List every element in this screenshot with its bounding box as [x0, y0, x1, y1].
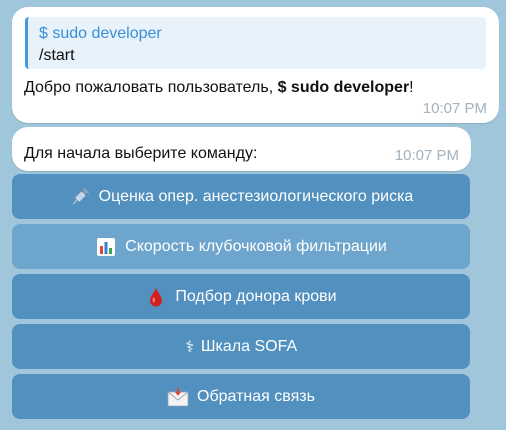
button-label: Оценка опер. анестезиологического риска	[98, 187, 414, 205]
blood-drop-icon	[145, 286, 167, 308]
button-label: Скорость клубочковой фильтрации	[125, 237, 387, 255]
message-time: 10:07 PM	[422, 100, 487, 117]
reply-author: $ sudo developer	[39, 25, 162, 42]
prompt-message: Для начала выберите команду: 10:07 PM	[12, 127, 471, 171]
prompt-text: Для начала выберите команду:	[24, 145, 258, 162]
sofa-scale-button[interactable]: ⚕ Шкала SOFA	[12, 324, 470, 369]
button-label: Шкала SOFA	[200, 337, 298, 355]
welcome-username: $ sudo developer	[277, 79, 410, 96]
button-label: Подбор донора крови	[175, 287, 337, 305]
button-label: Обратная связь	[197, 387, 315, 405]
message-time: 10:07 PM	[394, 147, 459, 164]
envelope-icon	[167, 386, 189, 408]
blood-donor-button[interactable]: Подбор донора крови	[12, 274, 470, 319]
welcome-message: $ sudo developer /start Добро пожаловать…	[12, 7, 499, 123]
reply-quote[interactable]: $ sudo developer /start	[25, 17, 486, 69]
welcome-text-end: !	[409, 79, 414, 96]
welcome-text: Добро пожаловать пользователь, $ sudo de…	[24, 78, 414, 98]
risk-assessment-button[interactable]: Оценка опер. анестезиологического риска	[12, 174, 470, 219]
welcome-text-start: Добро пожаловать пользователь,	[24, 79, 278, 96]
feedback-button[interactable]: Обратная связь	[12, 374, 470, 419]
reply-text: /start	[39, 47, 75, 64]
bar-chart-icon	[95, 236, 117, 258]
syringe-icon	[69, 186, 91, 208]
medical-staff-icon: ⚕	[185, 338, 195, 356]
gfr-button[interactable]: Скорость клубочковой фильтрации	[12, 224, 470, 269]
